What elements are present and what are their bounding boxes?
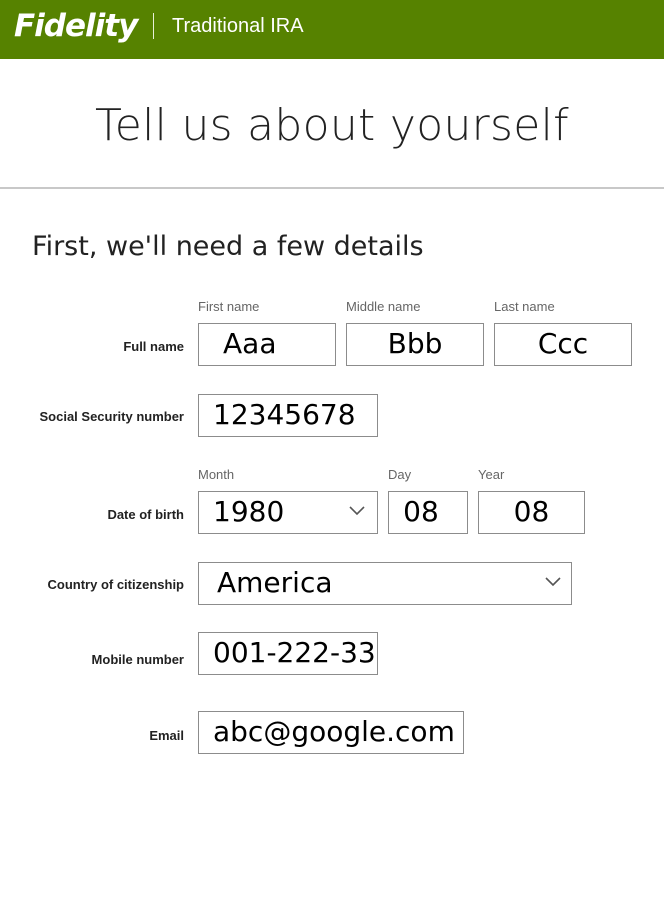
last-name-label: Last name [494,299,555,314]
month-label: Month [198,467,235,482]
citizenship-select[interactable]: America [198,562,572,605]
section-title: First, we'll need a few details [32,231,424,262]
month-select-value: 1980 [213,495,285,528]
full-name-label: Full name [123,339,184,354]
middle-name-label: Middle name [346,299,421,314]
chevron-down-icon [545,577,561,587]
email-label: Email [149,728,184,743]
mobile-number-field[interactable]: 001-222-33 [198,632,378,675]
email-field[interactable]: abc@google.com [198,711,464,754]
date-of-birth-label: Date of birth [107,507,184,522]
citizenship-select-value: America [217,566,333,599]
ssn-label: Social Security number [39,409,185,424]
month-select[interactable]: 1980 [198,491,378,534]
chevron-down-icon [349,506,365,516]
title-divider [0,187,664,189]
header-divider [153,13,154,39]
page-title: Tell us about yourself [95,100,569,151]
first-name-field[interactable]: Aaa [198,323,336,366]
middle-name-field[interactable]: Bbb [346,323,484,366]
mobile-number-label: Mobile number [91,652,184,667]
day-field[interactable]: 08 [388,491,468,534]
year-label: Year [478,467,505,482]
day-label: Day [388,467,412,482]
fidelity-logo[interactable]: Fidelity [14,6,138,46]
last-name-field[interactable]: Ccc [494,323,632,366]
product-name: Traditional IRA [172,15,304,37]
year-field[interactable]: 08 [478,491,585,534]
top-header-bar: Fidelity Traditional IRA [0,0,664,59]
first-name-label: First name [198,299,260,314]
citizenship-label: Country of citizenship [47,577,185,592]
ssn-field[interactable]: 12345678 [198,394,378,437]
